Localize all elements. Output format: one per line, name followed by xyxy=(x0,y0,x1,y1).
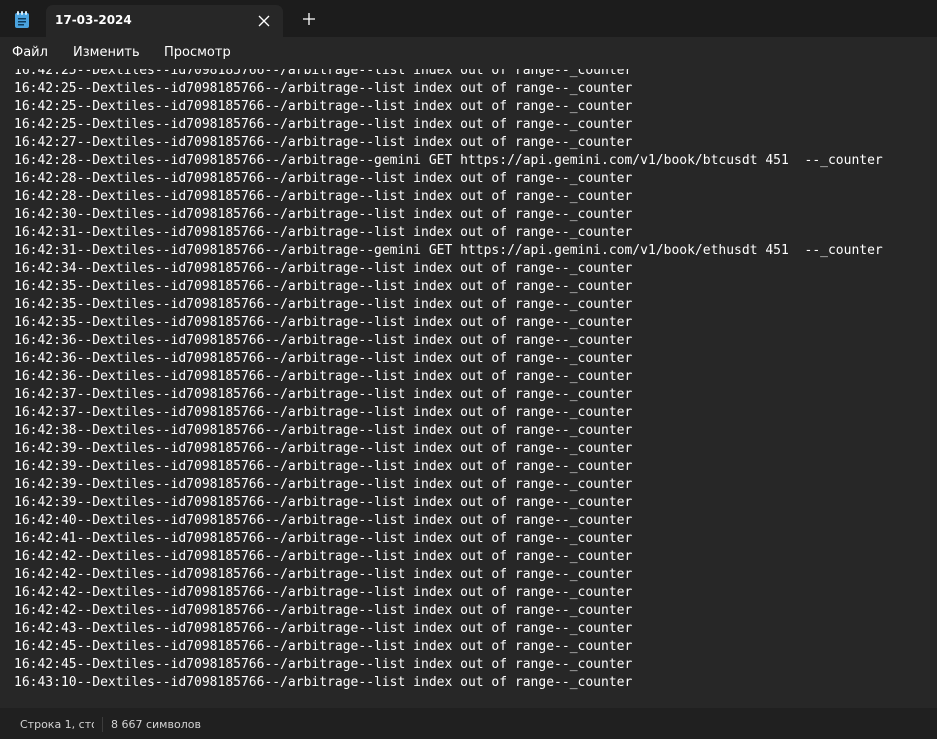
text-line: 16:42:36--Dextiles--id7098185766--/arbit… xyxy=(14,351,633,366)
text-line: 16:42:30--Dextiles--id7098185766--/arbit… xyxy=(14,207,633,222)
menu-file[interactable]: Файл xyxy=(12,45,48,60)
text-line: 16:42:39--Dextiles--id7098185766--/arbit… xyxy=(14,495,633,510)
text-line: 16:43:10--Dextiles--id7098185766--/arbit… xyxy=(14,675,633,690)
close-icon[interactable] xyxy=(255,12,273,30)
text-line: 16:42:42--Dextiles--id7098185766--/arbit… xyxy=(14,603,633,618)
text-line: 16:42:25--Dextiles--id7098185766--/arbit… xyxy=(14,99,633,114)
text-line: 16:42:31--Dextiles--id7098185766--/arbit… xyxy=(14,225,633,240)
text-line: 16:42:45--Dextiles--id7098185766--/arbit… xyxy=(14,639,633,654)
title-bar: 17-03-2024 xyxy=(0,0,937,37)
text-line: 16:42:42--Dextiles--id7098185766--/arbit… xyxy=(14,567,633,582)
cursor-position: Строка 1, стол xyxy=(20,718,94,731)
text-line: 16:42:35--Dextiles--id7098185766--/arbit… xyxy=(14,315,633,330)
text-line: 16:42:28--Dextiles--id7098185766--/arbit… xyxy=(14,171,633,186)
menu-edit[interactable]: Изменить xyxy=(73,45,140,60)
tab-title: 17-03-2024 xyxy=(55,13,132,27)
text-line: 16:42:36--Dextiles--id7098185766--/arbit… xyxy=(14,369,633,384)
text-line: 16:42:37--Dextiles--id7098185766--/arbit… xyxy=(14,405,633,420)
text-line: 16:42:42--Dextiles--id7098185766--/arbit… xyxy=(14,585,633,600)
text-line: 16:42:40--Dextiles--id7098185766--/arbit… xyxy=(14,513,633,528)
editor-lines: 16:42:25--Dextiles--id7098185766--/arbit… xyxy=(14,69,937,692)
text-editor[interactable]: 16:42:25--Dextiles--id7098185766--/arbit… xyxy=(0,69,937,708)
text-line: 16:42:27--Dextiles--id7098185766--/arbit… xyxy=(14,135,633,150)
text-line: 16:42:38--Dextiles--id7098185766--/arbit… xyxy=(14,423,633,438)
text-line: 16:42:28--Dextiles--id7098185766--/arbit… xyxy=(14,153,883,168)
text-line: 16:42:36--Dextiles--id7098185766--/arbit… xyxy=(14,333,633,348)
text-line: 16:42:31--Dextiles--id7098185766--/arbit… xyxy=(14,243,883,258)
menu-view[interactable]: Просмотр xyxy=(164,45,231,60)
text-line: 16:42:45--Dextiles--id7098185766--/arbit… xyxy=(14,657,633,672)
notepad-icon xyxy=(14,11,30,29)
text-line: 16:42:37--Dextiles--id7098185766--/arbit… xyxy=(14,387,633,402)
text-line: 16:42:35--Dextiles--id7098185766--/arbit… xyxy=(14,297,633,312)
menu-bar: Файл Изменить Просмотр xyxy=(0,37,937,69)
document-tab[interactable]: 17-03-2024 xyxy=(46,5,283,37)
text-line: 16:42:39--Dextiles--id7098185766--/arbit… xyxy=(14,477,633,492)
text-line: 16:42:28--Dextiles--id7098185766--/arbit… xyxy=(14,189,633,204)
text-line: 16:42:25--Dextiles--id7098185766--/arbit… xyxy=(14,69,633,78)
text-line: 16:42:39--Dextiles--id7098185766--/arbit… xyxy=(14,459,633,474)
plus-icon[interactable] xyxy=(300,10,318,28)
character-count: 8 667 символов xyxy=(111,718,201,731)
text-line: 16:42:25--Dextiles--id7098185766--/arbit… xyxy=(14,81,633,96)
text-line: 16:42:42--Dextiles--id7098185766--/arbit… xyxy=(14,549,633,564)
text-line: 16:42:41--Dextiles--id7098185766--/arbit… xyxy=(14,531,633,546)
status-bar: Строка 1, стол 8 667 символов xyxy=(0,708,937,739)
text-line: 16:42:25--Dextiles--id7098185766--/arbit… xyxy=(14,117,633,132)
text-line: 16:42:39--Dextiles--id7098185766--/arbit… xyxy=(14,441,633,456)
text-line: 16:42:43--Dextiles--id7098185766--/arbit… xyxy=(14,621,633,636)
text-line: 16:42:34--Dextiles--id7098185766--/arbit… xyxy=(14,261,633,276)
status-divider xyxy=(102,717,103,732)
text-line: 16:42:35--Dextiles--id7098185766--/arbit… xyxy=(14,279,633,294)
